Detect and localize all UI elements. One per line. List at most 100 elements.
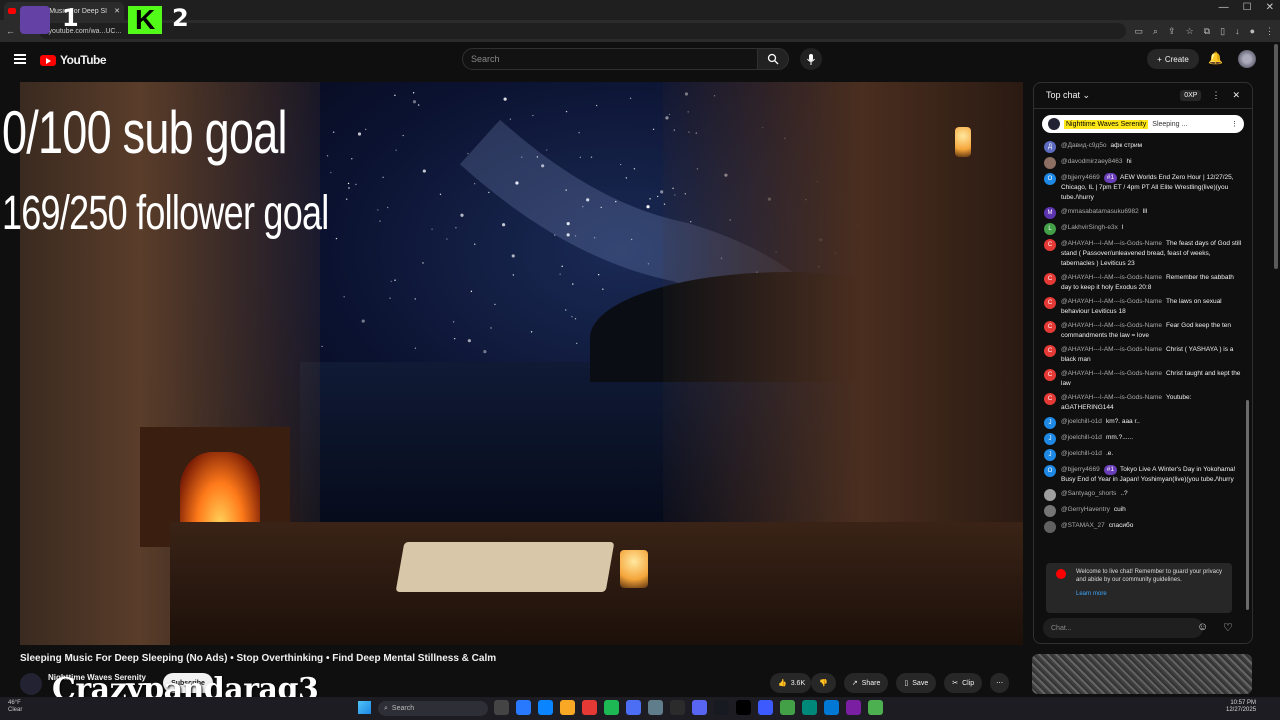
chat-message[interactable]: C @AHAYAH---I-AM---is-Gods-Name Christ ( Y… (1040, 343, 1246, 367)
channel-avatar[interactable] (20, 673, 42, 695)
taskbar-app-icon[interactable] (692, 700, 707, 715)
chat-author[interactable]: @Давид-с9д5о (1061, 142, 1107, 149)
dislike-button[interactable]: 👎 (811, 673, 836, 693)
extensions-icon[interactable]: ⧉ (1204, 26, 1210, 37)
taskbar-app-icon[interactable] (846, 700, 861, 715)
taskbar-app-icon[interactable] (538, 700, 553, 715)
like-button[interactable]: 👍 3.6K (770, 673, 812, 693)
recommended-thumbnail[interactable] (1032, 654, 1252, 694)
chat-avatar[interactable]: L (1044, 223, 1056, 235)
taskbar-app-icon[interactable] (626, 700, 641, 715)
taskbar-app-icon[interactable] (560, 700, 575, 715)
chat-message[interactable]: C @AHAYAH---I-AM---is-Gods-Name The feast … (1040, 237, 1246, 271)
chat-author[interactable]: @AHAYAH---I-AM---is-Gods-Name (1061, 394, 1162, 401)
account-avatar[interactable] (1238, 50, 1256, 68)
search-input[interactable]: Search (462, 48, 758, 70)
chat-author[interactable]: @joelchill-o1d (1061, 434, 1102, 441)
chat-author[interactable]: @Santyago_shorts (1061, 490, 1116, 497)
download-icon[interactable]: ↓ (1235, 26, 1240, 37)
weather-widget[interactable]: 46°F Clear (8, 700, 22, 714)
zoom-icon[interactable]: ⌕ (1153, 26, 1158, 37)
taskbar-app-icon[interactable] (714, 700, 729, 715)
pinned-message[interactable]: Nighttime Waves Serenity Sleeping ... ⋮ (1042, 115, 1244, 133)
clip-button[interactable]: ✂ Clip (944, 673, 983, 693)
taskbar-app-icon[interactable] (736, 700, 751, 715)
chat-author[interactable]: @joelchill-o1d (1061, 450, 1102, 457)
taskbar-app-icon[interactable] (758, 700, 773, 715)
save-button[interactable]: ▯ Save (896, 673, 937, 693)
chat-author[interactable]: @GerryHaventry (1061, 506, 1110, 513)
taskbar-app-icon[interactable] (824, 700, 839, 715)
chat-message[interactable]: @GerryHaventry cuih (1040, 503, 1246, 519)
chat-avatar[interactable]: M (1044, 207, 1056, 219)
chat-avatar[interactable]: C (1044, 345, 1056, 357)
tab-close-icon[interactable]: ✕ (114, 7, 120, 15)
chat-message[interactable]: C @AHAYAH---I-AM---is-Gods-Name The laws o… (1040, 295, 1246, 319)
chat-author[interactable]: @AHAYAH---I-AM---is-Gods-Name (1061, 298, 1162, 305)
chat-avatar[interactable]: C (1044, 321, 1056, 333)
create-button[interactable]: + Create (1147, 49, 1199, 69)
chat-avatar[interactable]: Д (1044, 141, 1056, 153)
chat-message[interactable]: J @joelchill-o1d mm.?...... (1040, 431, 1246, 447)
chat-input[interactable]: Chat... (1043, 618, 1203, 638)
chat-scrollbar[interactable] (1246, 400, 1249, 610)
page-scrollbar[interactable] (1274, 44, 1278, 269)
chat-avatar[interactable]: O (1044, 173, 1056, 185)
chat-more-icon[interactable]: ⋮ (1211, 90, 1220, 101)
cast-icon[interactable]: ▭ (1134, 26, 1143, 37)
notifications-bell-icon[interactable]: 🔔 (1208, 51, 1223, 65)
heart-icon[interactable]: ♡ (1223, 621, 1233, 634)
pinned-more-icon[interactable]: ⋮ (1231, 120, 1238, 128)
learn-more-link[interactable]: Learn more (1076, 590, 1226, 598)
chat-message[interactable]: C @AHAYAH---I-AM---is-Gods-Name Youtube: a… (1040, 391, 1246, 415)
taskbar-app-icon[interactable] (868, 700, 883, 715)
xp-badge[interactable]: 0XP (1180, 90, 1202, 101)
chat-author[interactable]: @mmasabatamasuku6982 (1061, 208, 1139, 215)
profile-icon[interactable]: ● (1250, 26, 1255, 37)
chat-author[interactable]: @davodmirzaey8463 (1061, 158, 1123, 165)
browser-menu-icon[interactable]: ⋮ (1265, 26, 1274, 37)
chat-author[interactable]: @bjjerry4669 (1061, 466, 1100, 473)
chat-avatar[interactable]: J (1044, 449, 1056, 461)
taskbar-app-icon[interactable] (780, 700, 795, 715)
chat-avatar[interactable] (1044, 489, 1056, 501)
chat-message[interactable]: M @mmasabatamasuku6982 lll (1040, 205, 1246, 221)
chat-message[interactable]: C @AHAYAH---I-AM---is-Gods-Name Fear God k… (1040, 319, 1246, 343)
share-button[interactable]: ↗ Share (843, 673, 889, 693)
emoji-icon[interactable]: ☺ (1197, 621, 1208, 633)
chat-avatar[interactable] (1044, 505, 1056, 517)
chat-author[interactable]: @bjjerry4669 (1061, 174, 1100, 181)
chat-message[interactable]: O @bjjerry4669 #1 Tokyo Live A Winter's Day… (1040, 463, 1246, 487)
chat-message[interactable]: @davodmirzaey8463 hi (1040, 155, 1246, 171)
search-button[interactable] (757, 48, 789, 70)
chat-avatar[interactable] (1044, 157, 1056, 169)
chat-message[interactable]: C @AHAYAH---I-AM---is-Gods-Name Christ tau… (1040, 367, 1246, 391)
chat-avatar[interactable]: J (1044, 417, 1056, 429)
chat-avatar[interactable]: C (1044, 239, 1056, 251)
chat-message[interactable]: @STAMAX_27 спасибо (1040, 519, 1246, 535)
chat-avatar[interactable]: C (1044, 297, 1056, 309)
chat-avatar[interactable]: C (1044, 393, 1056, 405)
chat-author[interactable]: @LakhvirSingh-e3x (1061, 224, 1118, 231)
url-field[interactable]: youtube.com/wa...UC... (38, 23, 1127, 39)
chat-avatar[interactable]: C (1044, 369, 1056, 381)
chat-message[interactable]: Д @Давид-с9д5о афк стрим (1040, 139, 1246, 155)
chat-author[interactable]: @STAMAX_27 (1061, 522, 1105, 529)
top-chat-dropdown[interactable]: Top chat ⌄ (1046, 90, 1090, 101)
taskbar-app-icon[interactable] (516, 700, 531, 715)
chat-message[interactable]: J @joelchill-o1d km?. aaa r.. (1040, 415, 1246, 431)
chat-message[interactable]: J @joelchill-o1d .e. (1040, 447, 1246, 463)
maximize-icon[interactable]: ☐ (1243, 2, 1252, 13)
taskbar-app-icon[interactable] (604, 700, 619, 715)
taskbar-app-icon[interactable] (648, 700, 663, 715)
chat-message[interactable]: @Santyago_shorts..? (1040, 487, 1246, 503)
taskbar-app-icon[interactable] (670, 700, 685, 715)
chat-message[interactable]: O @bjjerry4669 #1 AEW Worlds End Zero Hour … (1040, 171, 1246, 205)
chat-author[interactable]: @AHAYAH---I-AM---is-Gods-Name (1061, 240, 1162, 247)
system-clock[interactable]: 10:57 PM 12/27/2025 (1226, 700, 1256, 714)
chat-avatar[interactable]: J (1044, 433, 1056, 445)
taskbar-search[interactable]: ⌕ Search (378, 701, 488, 716)
chat-message[interactable]: C @AHAYAH---I-AM---is-Gods-Name Remember t… (1040, 271, 1246, 295)
chat-author[interactable]: @AHAYAH---I-AM---is-Gods-Name (1061, 274, 1162, 281)
close-window-icon[interactable]: ✕ (1266, 2, 1274, 13)
